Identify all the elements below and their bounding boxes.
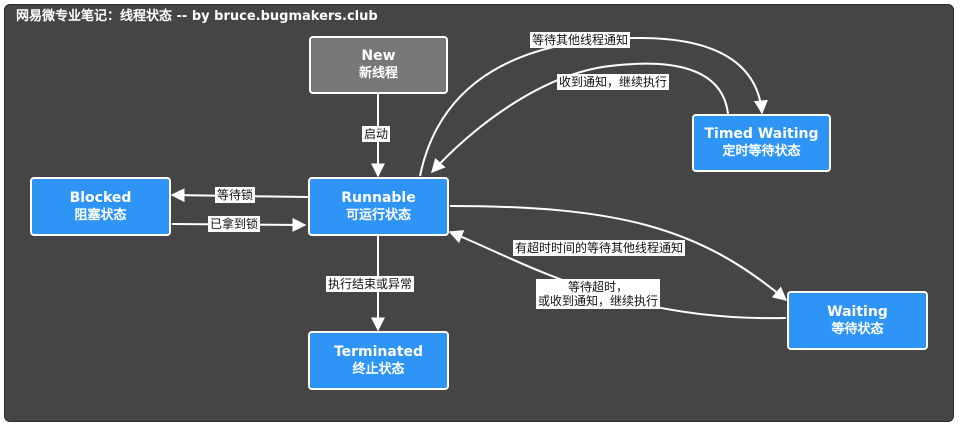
node-blocked-title: Blocked xyxy=(69,189,132,206)
node-waiting-title: Waiting xyxy=(827,303,888,320)
node-runnable: Runnable 可运行状态 xyxy=(308,177,449,236)
node-blocked: Blocked 阻塞状态 xyxy=(30,177,171,236)
node-timed-waiting: Timed Waiting 定时等待状态 xyxy=(692,114,831,172)
label-got-lock: 已拿到锁 xyxy=(208,216,261,232)
node-new: New 新线程 xyxy=(309,36,448,94)
label-finish: 执行结束或异常 xyxy=(326,276,415,292)
label-wait-with-timeout: 有超时时间的等待其他线程通知 xyxy=(513,240,686,256)
label-wait-lock: 等待锁 xyxy=(215,187,256,203)
node-runnable-subtitle: 可运行状态 xyxy=(345,207,411,223)
label-timeout-line2: 或收到通知，继续执行 xyxy=(538,294,659,308)
node-terminated: Terminated 终止状态 xyxy=(308,331,449,390)
node-timed-waiting-subtitle: 定时等待状态 xyxy=(722,144,801,159)
node-new-title: New xyxy=(361,48,396,64)
label-start: 启动 xyxy=(362,126,391,142)
node-waiting: Waiting 等待状态 xyxy=(787,291,928,350)
node-terminated-title: Terminated xyxy=(333,343,424,360)
node-waiting-subtitle: 等待状态 xyxy=(831,321,884,337)
node-new-subtitle: 新线程 xyxy=(358,66,398,81)
label-timeout: 等待超时， 或收到通知，继续执行 xyxy=(536,279,661,309)
node-timed-waiting-title: Timed Waiting xyxy=(704,126,819,142)
label-wait-notify-timed: 等待其他线程通知 xyxy=(530,32,631,48)
label-timeout-line1: 等待超时， xyxy=(568,280,629,294)
label-notified-timed: 收到通知，继续执行 xyxy=(557,74,670,90)
node-runnable-title: Runnable xyxy=(341,189,416,206)
node-terminated-subtitle: 终止状态 xyxy=(352,361,405,377)
node-blocked-subtitle: 阻塞状态 xyxy=(74,207,127,223)
